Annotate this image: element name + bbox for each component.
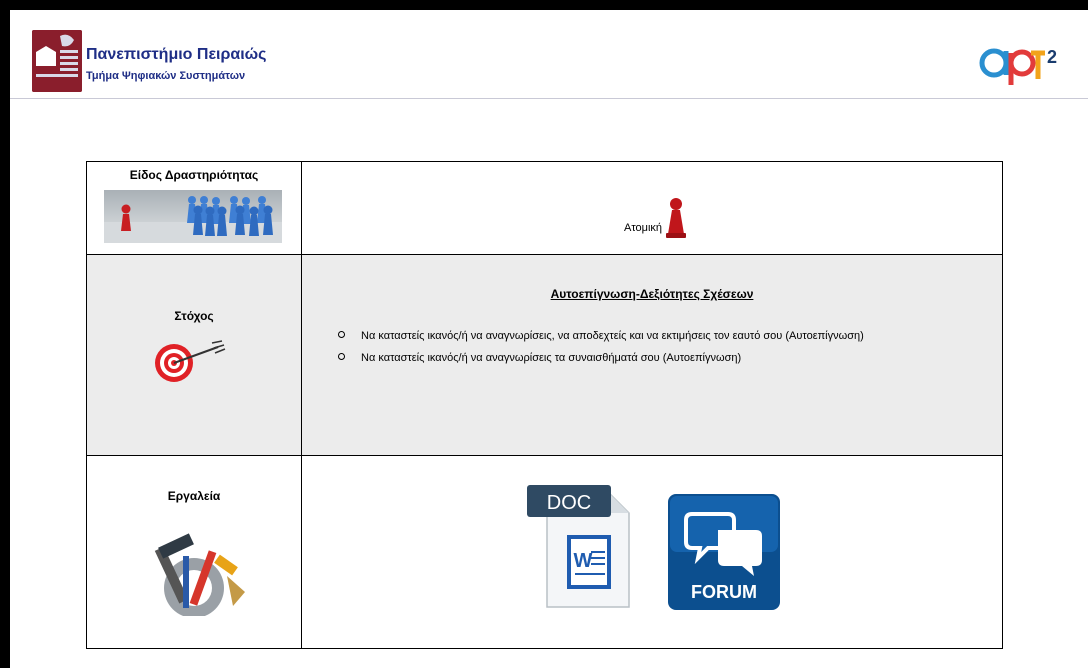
activity-type-value: Ατομική bbox=[624, 196, 688, 238]
tools-label-cell: Εργαλεία bbox=[86, 455, 302, 649]
department-name: Τμήμα Ψηφιακών Συστημάτων bbox=[86, 70, 246, 82]
goal-item-text: Να καταστείς ικανός/ή να αναγνωρίσεις τα… bbox=[361, 352, 742, 364]
activity-type-value-cell: Ατομική bbox=[301, 161, 1003, 255]
svg-text:2: 2 bbox=[1047, 47, 1057, 67]
list-item: Να καταστείς ικανός/ή να αναγνωρίσεις, ν… bbox=[338, 328, 864, 350]
doc-badge-label: DOC bbox=[547, 492, 591, 514]
tools-label: Εργαλεία bbox=[167, 489, 221, 503]
target-icon bbox=[152, 333, 236, 387]
goal-content-cell: Αυτοεπίγνωση-Δεξιότητες Σχέσεων Να κατασ… bbox=[301, 254, 1003, 456]
tools-icon bbox=[137, 526, 251, 618]
goal-list: Να καταστείς ικανός/ή να αναγνωρίσεις, ν… bbox=[338, 328, 864, 372]
page-header: Πανεπιστήμιο Πειραιώς Τμήμα Ψηφιακών Συσ… bbox=[10, 10, 1088, 99]
activity-type-label: Είδος Δραστηριότητας bbox=[129, 168, 259, 182]
table-row: Είδος Δραστηριότητας Ατομική bbox=[86, 161, 1003, 255]
red-pawn-icon bbox=[664, 196, 688, 238]
word-letter: W bbox=[574, 550, 593, 572]
list-item: Να καταστείς ικανός/ή να αναγνωρίσεις τα… bbox=[338, 350, 864, 372]
forum-label: FORUM bbox=[691, 582, 757, 602]
table-row: Εργαλεία DOC W FORUM bbox=[86, 455, 1003, 649]
tools-content-cell: DOC W FORUM bbox=[301, 455, 1003, 649]
apt2-logo-icon: 2 bbox=[979, 41, 1064, 86]
goal-label-cell: Στόχος bbox=[86, 254, 302, 456]
word-document-icon[interactable]: DOC W bbox=[527, 485, 632, 609]
university-logo-icon bbox=[32, 30, 82, 92]
circle-bullet-icon bbox=[338, 353, 345, 360]
activity-type-value-label: Ατομική bbox=[624, 222, 663, 234]
activity-table: Είδος Δραστηριότητας Ατομική Στόχος Αυτο… bbox=[86, 161, 1003, 649]
goal-label: Στόχος bbox=[174, 309, 214, 323]
activity-type-cell: Είδος Δραστηριότητας bbox=[86, 161, 302, 255]
circle-bullet-icon bbox=[338, 331, 345, 338]
document-page: Πανεπιστήμιο Πειραιώς Τμήμα Ψηφιακών Συσ… bbox=[10, 10, 1088, 668]
table-row: Στόχος Αυτοεπίγνωση-Δεξιότητες Σχέσεων Ν… bbox=[86, 254, 1003, 456]
pawns-image-icon bbox=[104, 190, 282, 243]
goal-item-text: Να καταστείς ικανός/ή να αναγνωρίσεις, ν… bbox=[361, 330, 864, 342]
goal-title: Αυτοεπίγνωση-Δεξιότητες Σχέσεων bbox=[550, 287, 754, 301]
forum-icon[interactable]: FORUM bbox=[668, 494, 780, 610]
university-name: Πανεπιστήμιο Πειραιώς bbox=[86, 46, 267, 63]
